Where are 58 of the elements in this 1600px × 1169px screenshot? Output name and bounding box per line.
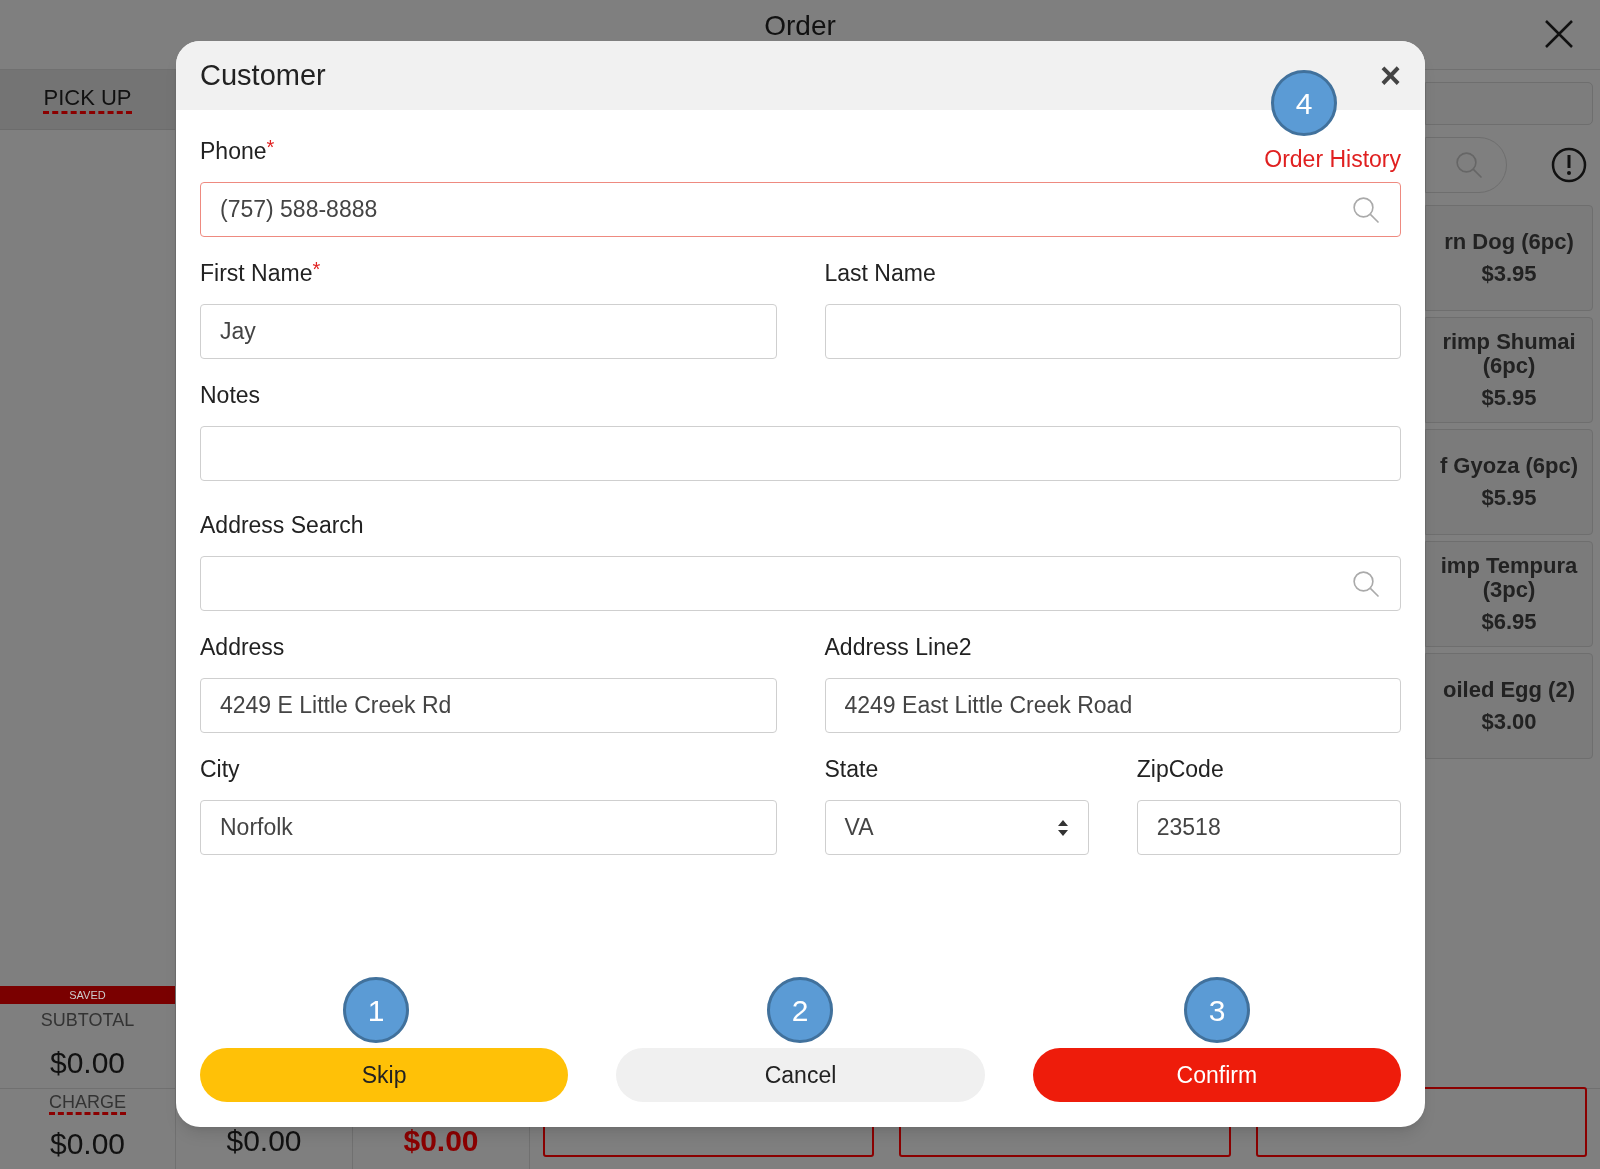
menu-item-price: $3.95 [1481, 262, 1537, 286]
field-label: Notes [200, 381, 261, 410]
menu-item-card[interactable]: rimp Shumai (6pc) $5.95 [1425, 317, 1593, 423]
menu-item-name: imp Tempura (3pc) [1439, 554, 1579, 602]
saved-banner: SAVED [0, 986, 175, 1004]
input-field[interactable]: 4249 East Little Creek Road [824, 678, 1401, 733]
total-amount: $0.00 [403, 1123, 479, 1159]
state-select[interactable]: VA [824, 800, 1089, 855]
input-field[interactable] [824, 304, 1401, 359]
required-mark: * [266, 136, 275, 158]
input-field[interactable]: Norfolk [200, 800, 777, 855]
subtotal-label: SUBTOTAL [40, 1009, 135, 1032]
cancel-button[interactable]: Cancel [616, 1048, 985, 1102]
search-icon [1351, 194, 1381, 225]
field-label: Address [200, 633, 285, 662]
search-field[interactable]: (757) 588-8888 [200, 182, 1401, 237]
field-label: ZipCode [1136, 755, 1224, 784]
menu-item-name: oiled Egg (2) [1443, 678, 1575, 702]
menu-item-card[interactable]: f Gyoza (6pc) $5.95 [1425, 429, 1593, 535]
close-icon[interactable] [1544, 19, 1574, 49]
total-amount: $0.00 [226, 1123, 302, 1159]
menu-item-name: rn Dog (6pc) [1444, 230, 1574, 254]
close-button[interactable]: × [1379, 57, 1401, 94]
order-history-link[interactable]: Order History [1264, 147, 1401, 171]
input-field[interactable]: 23518 [1136, 800, 1401, 855]
menu-item-price: $5.95 [1481, 386, 1537, 410]
input-field[interactable]: 4249 E Little Creek Rd [200, 678, 777, 733]
field-label: Phone [200, 137, 267, 166]
field-label: City [200, 755, 240, 784]
confirm-button[interactable]: Confirm [1032, 1048, 1401, 1102]
search-icon [1454, 150, 1484, 180]
skip-button[interactable]: Skip [200, 1048, 569, 1102]
alert-icon[interactable] [1551, 147, 1587, 183]
field-label: Address Line2 [824, 633, 972, 662]
menu-item-name: f Gyoza (6pc) [1439, 454, 1579, 478]
menu-item-price: $6.95 [1481, 610, 1537, 634]
menu-item-card[interactable]: imp Tempura (3pc) $6.95 [1425, 541, 1593, 647]
dialog-title: Customer [200, 57, 326, 93]
field-label: State [824, 755, 879, 784]
charge-label: CHARGE [49, 1092, 126, 1115]
search-icon [1351, 568, 1381, 599]
menu-item-price: $5.95 [1481, 486, 1537, 510]
top-field[interactable] [1425, 82, 1593, 125]
menu-item-card[interactable]: rn Dog (6pc) $3.95 [1425, 205, 1593, 311]
order-title: Order [764, 9, 836, 43]
menu-item-name: rimp Shumai (6pc) [1441, 330, 1577, 378]
field-label: Last Name [824, 259, 936, 288]
required-mark: * [312, 258, 321, 280]
charge-amount: $0.00 [49, 1126, 126, 1162]
field-label: First Name [200, 259, 313, 288]
search-field[interactable] [200, 556, 1401, 611]
field-label: Address Search [200, 511, 364, 540]
input-field[interactable]: Jay [200, 304, 777, 359]
subtotal-amount: $0.00 [49, 1045, 126, 1081]
sort-caret-icon [1056, 818, 1069, 837]
input-field[interactable] [200, 426, 1401, 481]
menu-item-card[interactable]: oiled Egg (2) $3.00 [1425, 653, 1593, 759]
menu-item-price: $3.00 [1481, 710, 1537, 734]
